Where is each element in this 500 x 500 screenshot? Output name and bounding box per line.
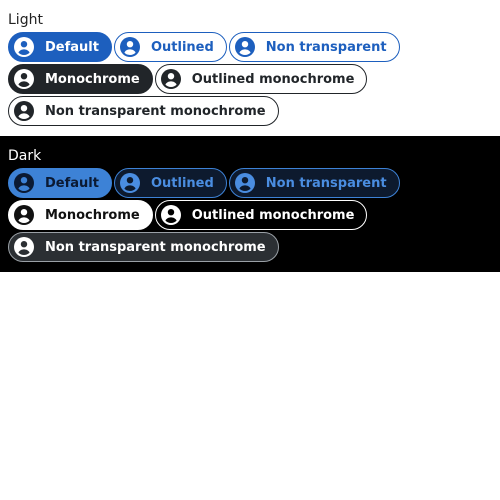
chip-label: Outlined <box>150 39 214 55</box>
chip-label: Outlined monochrome <box>191 207 355 223</box>
account-circle-icon <box>12 171 36 195</box>
account-circle-icon <box>12 99 36 123</box>
chip-non-transparent-monochrome[interactable]: Non transparent monochrome <box>8 96 279 126</box>
chip-label: Outlined monochrome <box>191 71 355 87</box>
chip-label: Default <box>45 39 99 55</box>
account-circle-icon <box>118 171 142 195</box>
chip-label: Default <box>45 175 99 191</box>
chip-label: Outlined <box>150 175 214 191</box>
account-circle-icon <box>12 203 36 227</box>
chip-label: Monochrome <box>45 71 140 87</box>
chip-outlined[interactable]: Outlined <box>113 168 227 198</box>
account-circle-icon <box>12 67 36 91</box>
chip-default[interactable]: Default <box>8 32 112 62</box>
account-circle-icon <box>159 67 183 91</box>
light-section-title: Light <box>8 12 43 28</box>
account-circle-icon <box>159 203 183 227</box>
chip-label: Non transparent monochrome <box>45 103 266 119</box>
account-circle-icon <box>12 235 36 259</box>
chip-label: Non transparent <box>265 39 387 55</box>
chip-non-transparent-monochrome[interactable]: Non transparent monochrome <box>8 232 279 262</box>
chip-non-transparent[interactable]: Non transparent <box>228 168 400 198</box>
chip-label: Non transparent monochrome <box>45 239 266 255</box>
light-section: Light Default Outlined Non transparent M… <box>0 0 500 136</box>
dark-chip-group: Default Outlined Non transparent Monochr… <box>8 168 428 262</box>
account-circle-icon <box>233 35 257 59</box>
chip-monochrome[interactable]: Monochrome <box>8 64 153 94</box>
chip-label: Non transparent <box>265 175 387 191</box>
chip-non-transparent[interactable]: Non transparent <box>228 32 400 62</box>
account-circle-icon <box>118 35 142 59</box>
light-chip-group: Default Outlined Non transparent Monochr… <box>8 32 428 126</box>
dark-section-title: Dark <box>8 148 42 164</box>
chip-monochrome[interactable]: Monochrome <box>8 200 153 230</box>
chip-outlined-monochrome[interactable]: Outlined monochrome <box>154 64 368 94</box>
account-circle-icon <box>12 35 36 59</box>
chip-outlined[interactable]: Outlined <box>113 32 227 62</box>
account-circle-icon <box>233 171 257 195</box>
chip-default[interactable]: Default <box>8 168 112 198</box>
chip-outlined-monochrome[interactable]: Outlined monochrome <box>154 200 368 230</box>
dark-section: Dark Default Outlined Non transparent Mo… <box>0 136 500 272</box>
chip-label: Monochrome <box>45 207 140 223</box>
